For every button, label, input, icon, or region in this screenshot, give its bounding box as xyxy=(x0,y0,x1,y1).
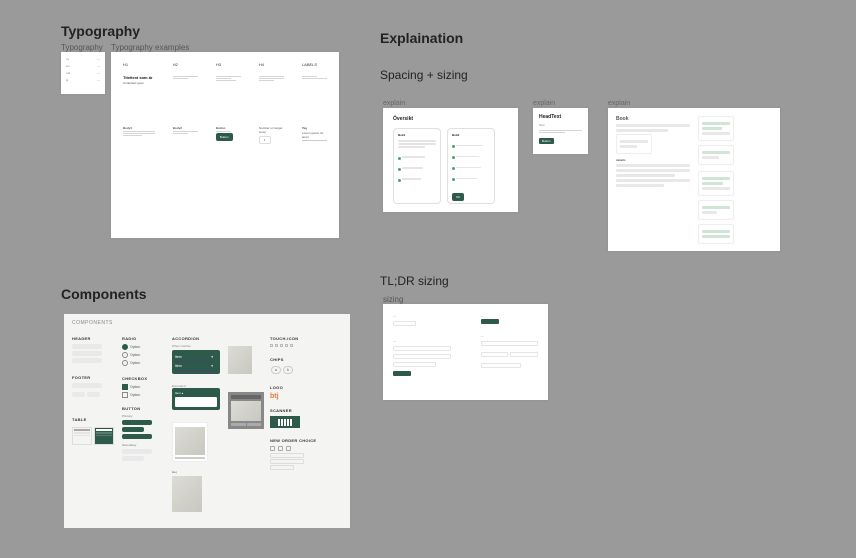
logo-btj: btj xyxy=(270,393,318,400)
mock-title: HeadText xyxy=(539,114,582,120)
frame-label: explain xyxy=(383,100,405,107)
order-choice-icons xyxy=(270,446,318,451)
scanner-graphic xyxy=(270,416,300,428)
frame-explain-book[interactable]: explain Book details xyxy=(608,108,780,251)
frame-components[interactable]: COMPONENTS HEADER FOOTER TABLE RADIO Opt… xyxy=(64,314,350,528)
frame-label: explain xyxy=(533,100,555,107)
frame-typography-scale[interactable]: xs— sm— md— lg— xyxy=(61,52,105,94)
section-title-components: Components xyxy=(61,286,147,302)
subsection-spacing-sizing: Spacing + sizing xyxy=(380,68,468,82)
example-button: Button xyxy=(216,133,233,141)
frame-tldr-sizing[interactable]: — — — — xyxy=(383,304,548,400)
phone-mock-1: Bok1 xyxy=(393,128,441,204)
frame-label-typo-small: Typography xyxy=(61,43,103,52)
mock-button: Button xyxy=(539,138,554,144)
mock-title: Översikt xyxy=(393,116,508,122)
mock-button: OK xyxy=(452,193,464,201)
section-title-explanation: Explaination xyxy=(380,30,463,46)
frame-explain-headtext[interactable]: explain HeadText Text Button xyxy=(533,108,588,154)
subsection-tldr-sizing: TL;DR sizing xyxy=(380,274,449,288)
touch-icon-row xyxy=(270,344,318,347)
typo-example-header-row: H1 H2 H3 H4 LABELS xyxy=(123,62,327,67)
frame-explain-overview[interactable]: explain Översikt Bok1 Bok2 OK xyxy=(383,108,518,212)
phone-mock-2: Bok2 OK xyxy=(447,128,495,204)
frame-typography-examples[interactable]: H1 H2 H3 H4 LABELS Titeltext som ärUnder… xyxy=(111,52,339,238)
components-panel-title: COMPONENTS xyxy=(72,320,342,326)
frame-label: explain xyxy=(608,100,630,107)
frame-label-sizing: sizing xyxy=(383,295,403,304)
frame-label-typo-examples: Typography examples xyxy=(111,43,189,52)
section-title-typography: Typography xyxy=(61,23,349,39)
mock-submit-button xyxy=(393,371,411,376)
